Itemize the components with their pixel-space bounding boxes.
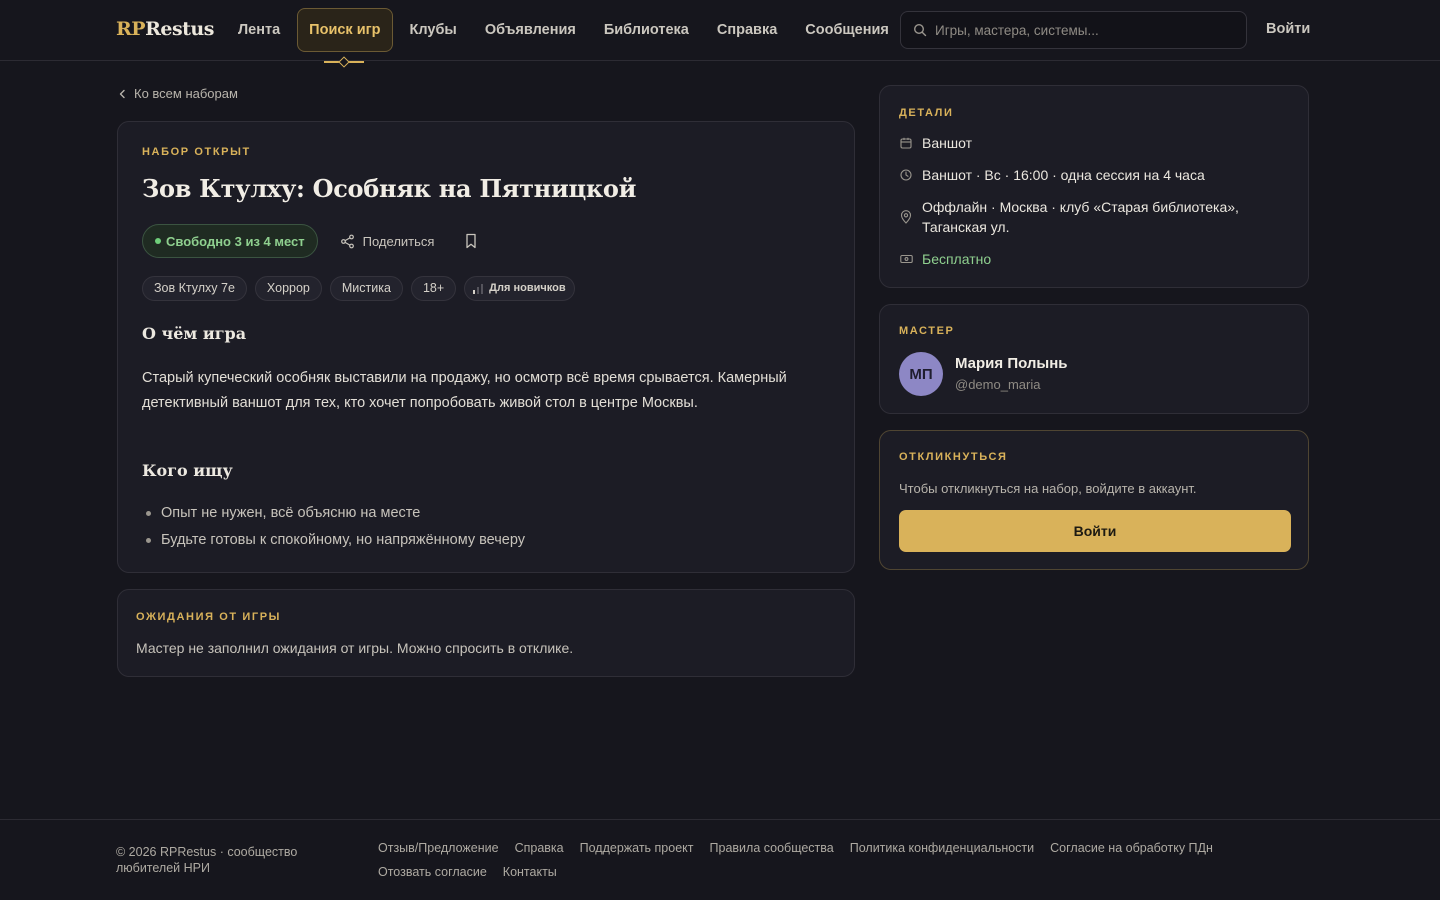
seeking-heading: Кого ищу [142,461,233,480]
search-input[interactable] [935,22,1235,38]
tag-age[interactable]: 18+ [410,276,457,301]
bookmark-icon [466,233,477,249]
status-dot [155,238,161,244]
footer-link-privacy[interactable]: Политика конфиденциальности [850,840,1034,856]
share-icon [340,234,354,248]
recruitment-status: НАБОР ОТКРЫТ [142,146,251,158]
master-name[interactable]: Мария Полынь [955,355,1068,372]
expectations-heading: ОЖИДАНИЯ ОТ ИГРЫ [136,611,282,623]
game-master-card[interactable]: МАСТЕР МП Мария Полынь @demo_maria [879,304,1309,414]
detail-format: Ваншот [899,133,1282,153]
top-navbar: RPRestus Лента Поиск игр Клубы Объявлени… [0,0,1440,63]
search-icon [913,23,927,37]
game-card: НАБОР ОТКРЫТ Зов Ктулху: Особняк на Пятн… [117,121,855,573]
about-text: Старый купеческий особняк выставили на п… [142,370,787,411]
expectations-card: ОЖИДАНИЯ ОТ ИГРЫ Мастер не заполнил ожид… [117,589,855,677]
share-button[interactable]: Поделиться [340,234,434,249]
tag-level[interactable]: Для новичков [464,276,575,301]
copyright: © 2026 RPRestus · сообщество любителей Н… [116,845,298,875]
about-heading: О чём игра [142,324,247,343]
respond-heading: ОТКЛИКНУТЬСЯ [899,451,1008,463]
respond-card: ОТКЛИКНУТЬСЯ Чтобы откликнуться на набор… [879,430,1309,570]
nav-clubs[interactable]: Клубы [396,8,471,52]
bookmark-button[interactable] [464,233,478,249]
nav-game-search[interactable]: Поиск игр [297,8,393,63]
tag-system[interactable]: Зов Ктулху 7е [142,276,247,301]
footer-link-support[interactable]: Поддержать проект [580,840,694,856]
footer-link-consent[interactable]: Согласие на обработку ПДн [1050,840,1213,856]
game-title: Зов Ктулху: Особняк на Пятницкой [142,174,637,203]
details-card: ДЕТАЛИ Ваншот Ваншот · Вс · 16:00 · одна… [879,85,1309,288]
nav-messages[interactable]: Сообщения [791,8,903,52]
back-to-listings-link[interactable]: Ко всем наборам [118,86,238,101]
clock-icon [900,169,912,181]
game-tags: Зов Ктулху 7е Хоррор Мистика 18+ Для нов… [142,276,575,301]
chevron-left-icon [119,89,125,98]
ticket-icon [899,254,913,264]
nav-help[interactable]: Справка [703,8,791,52]
master-handle: @demo_maria [955,377,1041,392]
detail-schedule: Ваншот · Вс · 16:00 · одна сессия на 4 ч… [899,165,1282,185]
nav-ads[interactable]: Объявления [471,8,590,52]
list-item: Будьте готовы к спокойному, но напряжённ… [142,527,525,554]
nav-library[interactable]: Библиотека [590,8,703,52]
footer-link-rules[interactable]: Правила сообщества [710,840,834,856]
game-actions: Свободно 3 из 4 мест Поделиться [142,224,478,258]
back-link-label: Ко всем наборам [134,86,238,101]
tag-theme[interactable]: Мистика [329,276,403,301]
nav-feed[interactable]: Лента [224,8,294,52]
location-pin-icon [900,210,912,224]
footer-link-revoke-consent[interactable]: Отозвать согласие [378,864,487,880]
master-heading: МАСТЕР [899,325,955,337]
list-item: Опыт не нужен, всё объясню на месте [142,500,525,527]
footer-link-help[interactable]: Справка [515,840,564,856]
difficulty-bars-icon [473,283,484,294]
footer-link-contacts[interactable]: Контакты [503,864,557,880]
detail-price: Бесплатно [899,249,1282,269]
footer-links: Отзыв/Предложение Справка Поддержать про… [378,840,1258,880]
seeking-list: Опыт не нужен, всё объясню на месте Будь… [142,500,525,554]
login-link[interactable]: Войти [1266,21,1310,37]
site-footer: © 2026 RPRestus · сообщество любителей Н… [0,819,1440,900]
respond-hint: Чтобы откликнуться на набор, войдите в а… [899,481,1197,496]
avatar[interactable]: МП [899,352,943,396]
login-to-respond-button[interactable]: Войти [899,510,1291,552]
search-box [900,11,1247,49]
free-slots-badge[interactable]: Свободно 3 из 4 мест [142,224,318,258]
active-nav-indicator [324,61,365,63]
expectations-text: Мастер не заполнил ожидания от игры. Мож… [136,640,574,656]
site-logo[interactable]: RPRestus [116,18,214,40]
details-heading: ДЕТАЛИ [899,107,954,119]
footer-link-feedback[interactable]: Отзыв/Предложение [378,840,499,856]
main-nav: Лента Поиск игр Клубы Объявления Библиот… [224,8,903,63]
calendar-icon [900,137,912,149]
tag-genre[interactable]: Хоррор [254,276,322,301]
detail-location: Оффлайн · Москва · клуб «Старая библиоте… [899,197,1282,237]
